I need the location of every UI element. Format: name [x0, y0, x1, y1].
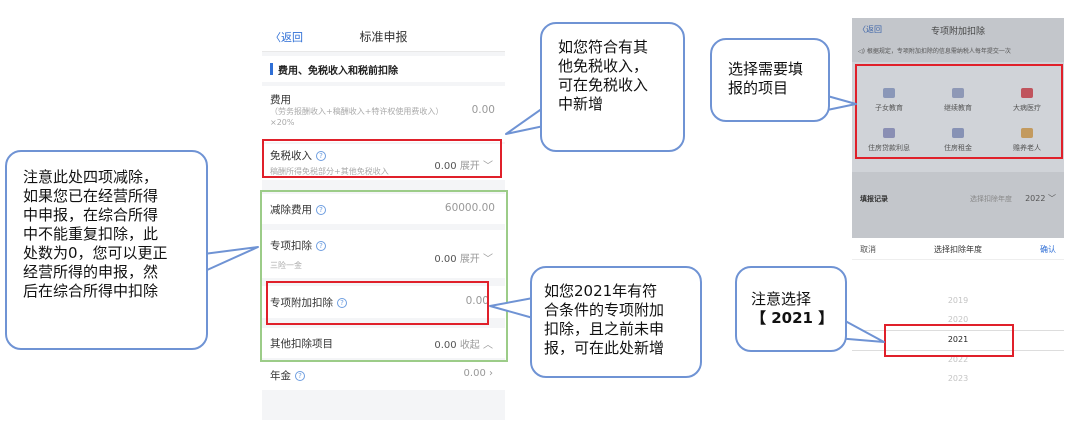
year-selector-label: 选择扣除年度 — [970, 195, 1012, 203]
callout-line: 中不能重复扣除，此 — [23, 225, 159, 243]
callout-special-additional-deduction: 如您2021年有符 合条件的专项附加 扣除，且之前未申 报，可在此处新增 — [530, 266, 702, 378]
callout-line: 如您符合有其 — [558, 38, 649, 56]
callout-line: 可在免税收入 — [558, 76, 649, 94]
callout-line: 合条件的专项附加 — [544, 301, 665, 319]
section-header: 费用、免税收入和税前扣除 — [262, 56, 505, 82]
page-title: 专项附加扣除 — [930, 27, 985, 37]
notice-text: ◁) 根据规定，专项附加扣除的信息需纳税人每年提交一次 — [858, 46, 1011, 55]
callout-text: 如您2021年有符 合条件的专项附加 扣除，且之前未申 报，可在此处新增 — [544, 282, 664, 358]
picker-title: 选择扣除年度 — [934, 245, 982, 254]
record-label: 填报记录 — [860, 195, 888, 203]
four-deductions-highlight — [260, 190, 508, 362]
confirm-button[interactable]: 确认 — [1040, 244, 1056, 255]
special-additional-deduction-highlight — [266, 281, 489, 325]
callout-text: 注意选择 【 2021 】 — [751, 290, 833, 328]
callout-line: 注意此处四项减除， — [23, 168, 159, 186]
row-expense: 费用 （劳务报酬收入+稿酬收入+特许权使用费收入） ×20% 0.00 — [262, 86, 505, 142]
section-marker — [270, 63, 273, 75]
callout-line: 报，可在此处新增 — [544, 339, 665, 357]
year-option[interactable]: 2023 — [852, 374, 1064, 383]
row-annuity[interactable]: 年金? 0.00 › — [262, 360, 505, 390]
callout-line: 注意选择 — [751, 290, 812, 308]
callout-line: 如果您已在经营所得 — [23, 187, 159, 205]
callout-line: 中申报，在综合所得 — [23, 206, 159, 224]
callout-select-items: 选择需要填 报的项目 — [710, 38, 830, 122]
tax-exempt-income-highlight — [262, 139, 502, 178]
help-icon[interactable]: ? — [295, 371, 305, 381]
callout-line: 如您2021年有符 — [544, 282, 658, 300]
callout-line: 扣除，且之前未申 — [544, 320, 665, 338]
callout-text: 如您符合有其 他免税收入， 可在免税收入 中新增 — [558, 38, 648, 114]
row-value-wrap: 0.00 › — [464, 368, 493, 379]
year-option[interactable]: 2020 — [852, 315, 1064, 324]
year-2021-highlight — [884, 324, 1014, 357]
row-label: 费用 — [270, 94, 291, 106]
row-formula: （劳务报酬收入+稿酬收入+特许权使用费收入） — [270, 107, 444, 116]
section-title: 费用、免税收入和税前扣除 — [278, 66, 398, 77]
row-label-wrap: 年金? — [270, 368, 305, 383]
callout-line: 选择需要填 — [728, 60, 804, 78]
callout-tax-exempt-income: 如您符合有其 他免税收入， 可在免税收入 中新增 — [540, 22, 685, 152]
tutorial-canvas: 〈返回 标准申报 费用、免税收入和税前扣除 费用 （劳务报酬收入+稿酬收入+特许… — [0, 0, 1080, 422]
callout-line: 他免税收入， — [558, 57, 649, 75]
row-formula-rate: ×20% — [270, 118, 295, 127]
callout-select-year: 注意选择 【 2021 】 — [735, 266, 847, 352]
callout-line: 中新增 — [558, 95, 604, 113]
chevron-right-icon: › — [489, 368, 493, 379]
chevron-down-icon: ﹀ — [1048, 194, 1056, 203]
callout-text: 注意此处四项减除， 如果您已在经营所得 中申报，在综合所得 中不能重复扣除，此 … — [23, 168, 168, 301]
year-option[interactable]: 2019 — [852, 296, 1064, 305]
notice-label: 根据规定，专项附加扣除的信息需纳税人每年提交一次 — [866, 48, 1011, 55]
callout-line: 后在综合所得中扣除 — [23, 282, 159, 300]
callout-line: 【 2021 】 — [751, 309, 834, 327]
page-title: 标准申报 — [359, 30, 408, 44]
row-value: 0.00 — [463, 368, 486, 379]
speaker-icon: ◁) — [858, 48, 865, 55]
callout-text: 选择需要填 报的项目 — [728, 60, 803, 98]
nav-bar: 〈返回 专项附加扣除 — [852, 18, 1064, 40]
year-selector[interactable]: 2022 ﹀ — [1025, 193, 1056, 204]
selected-year: 2022 — [1025, 194, 1046, 203]
callout-line: 经营所得的申报，然 — [23, 263, 159, 281]
nav-bar: 〈返回 标准申报 — [262, 20, 505, 52]
picker-header: 取消 选择扣除年度 确认 — [852, 238, 1064, 260]
callout-line: 处数为0，您可以更正 — [23, 244, 168, 262]
row-value: 0.00 — [471, 104, 495, 116]
deduction-items-highlight — [855, 64, 1063, 159]
row-label: 年金 — [270, 370, 291, 382]
callout-line: 报的项目 — [728, 79, 789, 97]
callout-four-deductions: 注意此处四项减除， 如果您已在经营所得 中申报，在综合所得 中不能重复扣除，此 … — [5, 150, 208, 350]
record-bar: 填报记录 选择扣除年度 2022 ﹀ — [852, 186, 1064, 212]
